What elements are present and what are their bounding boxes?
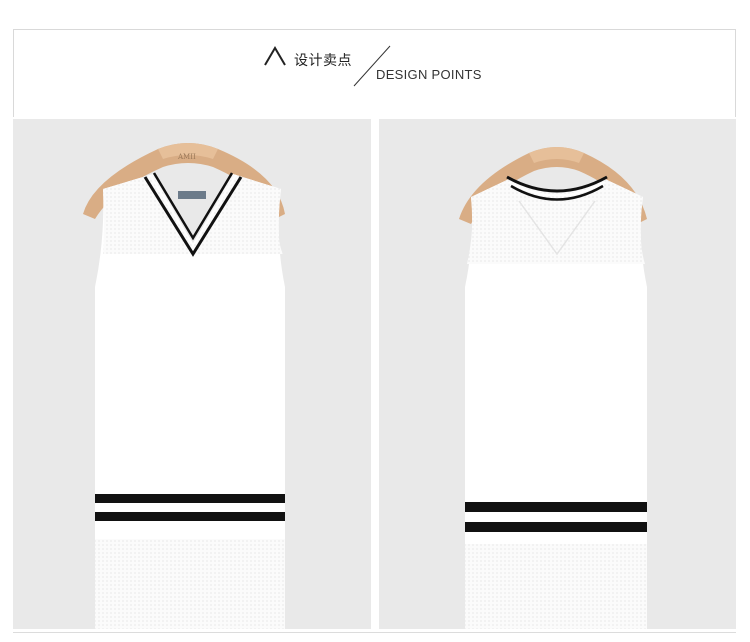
dress-front-photo: AMII xyxy=(13,119,371,629)
hanger-brand-label: AMII xyxy=(177,153,196,161)
section-title-cn: 设计卖点 xyxy=(294,53,352,69)
dress-front xyxy=(95,172,285,629)
section-title-en: DESIGN POINTS xyxy=(376,67,482,82)
dress-back xyxy=(465,175,647,629)
design-points-page: 设计卖点 DESIGN POINTS AMII xyxy=(0,0,750,642)
dress-back-photo xyxy=(379,119,736,629)
caret-icon xyxy=(264,46,286,66)
bottom-divider xyxy=(13,632,736,633)
